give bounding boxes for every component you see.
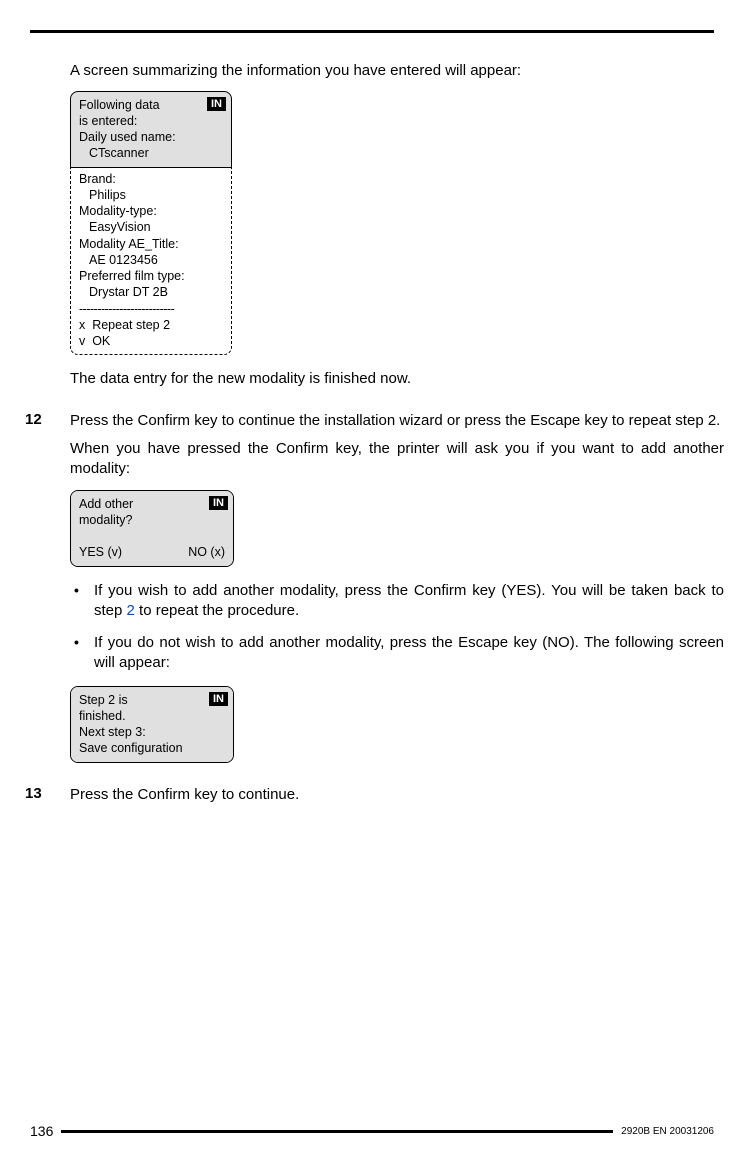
in-badge: IN bbox=[209, 692, 228, 706]
lcd-step2-finished-screen: IN Step 2 is finished. Next step 3: Save… bbox=[70, 686, 234, 763]
step-link-2: 2 bbox=[127, 602, 135, 619]
footer-rule bbox=[61, 1130, 613, 1133]
lcd-line: v OK bbox=[79, 333, 223, 349]
step-13: 13 Press the Confirm key to continue. bbox=[70, 785, 724, 805]
lcd-line: x Repeat step 2 bbox=[79, 317, 223, 333]
step-number: 13 bbox=[25, 785, 42, 802]
lcd-line: Step 2 is bbox=[79, 692, 225, 708]
lcd-summary-screen: IN Following data is entered: Daily used… bbox=[70, 91, 232, 356]
step-13-p1: Press the Confirm key to continue. bbox=[70, 785, 724, 805]
lcd-yes-option: YES (v) bbox=[79, 544, 122, 560]
in-badge: IN bbox=[209, 496, 228, 510]
lcd-line: modality? bbox=[79, 512, 225, 528]
page-footer: 136 2920B EN 20031206 bbox=[0, 1123, 744, 1139]
lcd-line: Add other bbox=[79, 496, 225, 512]
bullet-item-2: If you do not wish to add another modali… bbox=[70, 633, 724, 674]
lcd-line: Next step 3: bbox=[79, 724, 225, 740]
lcd-line: AE 0123456 bbox=[79, 252, 223, 268]
step-12: 12 Press the Confirm key to continue the… bbox=[70, 411, 724, 480]
bullet-item-1: If you wish to add another modality, pre… bbox=[70, 581, 724, 622]
finished-paragraph: The data entry for the new modality is f… bbox=[70, 369, 724, 389]
lcd-line: finished. bbox=[79, 708, 225, 724]
page-number: 136 bbox=[30, 1123, 53, 1139]
lcd-line: Philips bbox=[79, 187, 223, 203]
lcd-line: Following data bbox=[79, 97, 223, 113]
lcd-line: Brand: bbox=[79, 171, 223, 187]
lcd-line: EasyVision bbox=[79, 219, 223, 235]
lcd-line: Modality-type: bbox=[79, 203, 223, 219]
lcd-line: CTscanner bbox=[79, 145, 223, 161]
lcd-line: Drystar DT 2B bbox=[79, 284, 223, 300]
lcd-line: is entered: bbox=[79, 113, 223, 129]
lcd-line: Save configuration bbox=[79, 740, 225, 756]
in-badge: IN bbox=[207, 97, 226, 111]
intro-paragraph: A screen summarizing the information you… bbox=[70, 61, 724, 81]
step-12-p2: When you have pressed the Confirm key, t… bbox=[70, 439, 724, 480]
lcd-separator: -------------------------- bbox=[79, 301, 223, 317]
lcd-line: Modality AE_Title: bbox=[79, 236, 223, 252]
top-rule bbox=[30, 30, 714, 33]
bullet-list: If you wish to add another modality, pre… bbox=[70, 581, 724, 674]
step-number: 12 bbox=[25, 411, 42, 428]
lcd-line: Preferred film type: bbox=[79, 268, 223, 284]
document-id: 2920B EN 20031206 bbox=[621, 1126, 714, 1137]
lcd-line: Daily used name: bbox=[79, 129, 223, 145]
lcd-no-option: NO (x) bbox=[188, 544, 225, 560]
lcd-add-other-screen: IN Add other modality? YES (v) NO (x) bbox=[70, 490, 234, 567]
step-12-p1: Press the Confirm key to continue the in… bbox=[70, 411, 724, 431]
bullet-1-text-b: to repeat the procedure. bbox=[135, 602, 299, 619]
